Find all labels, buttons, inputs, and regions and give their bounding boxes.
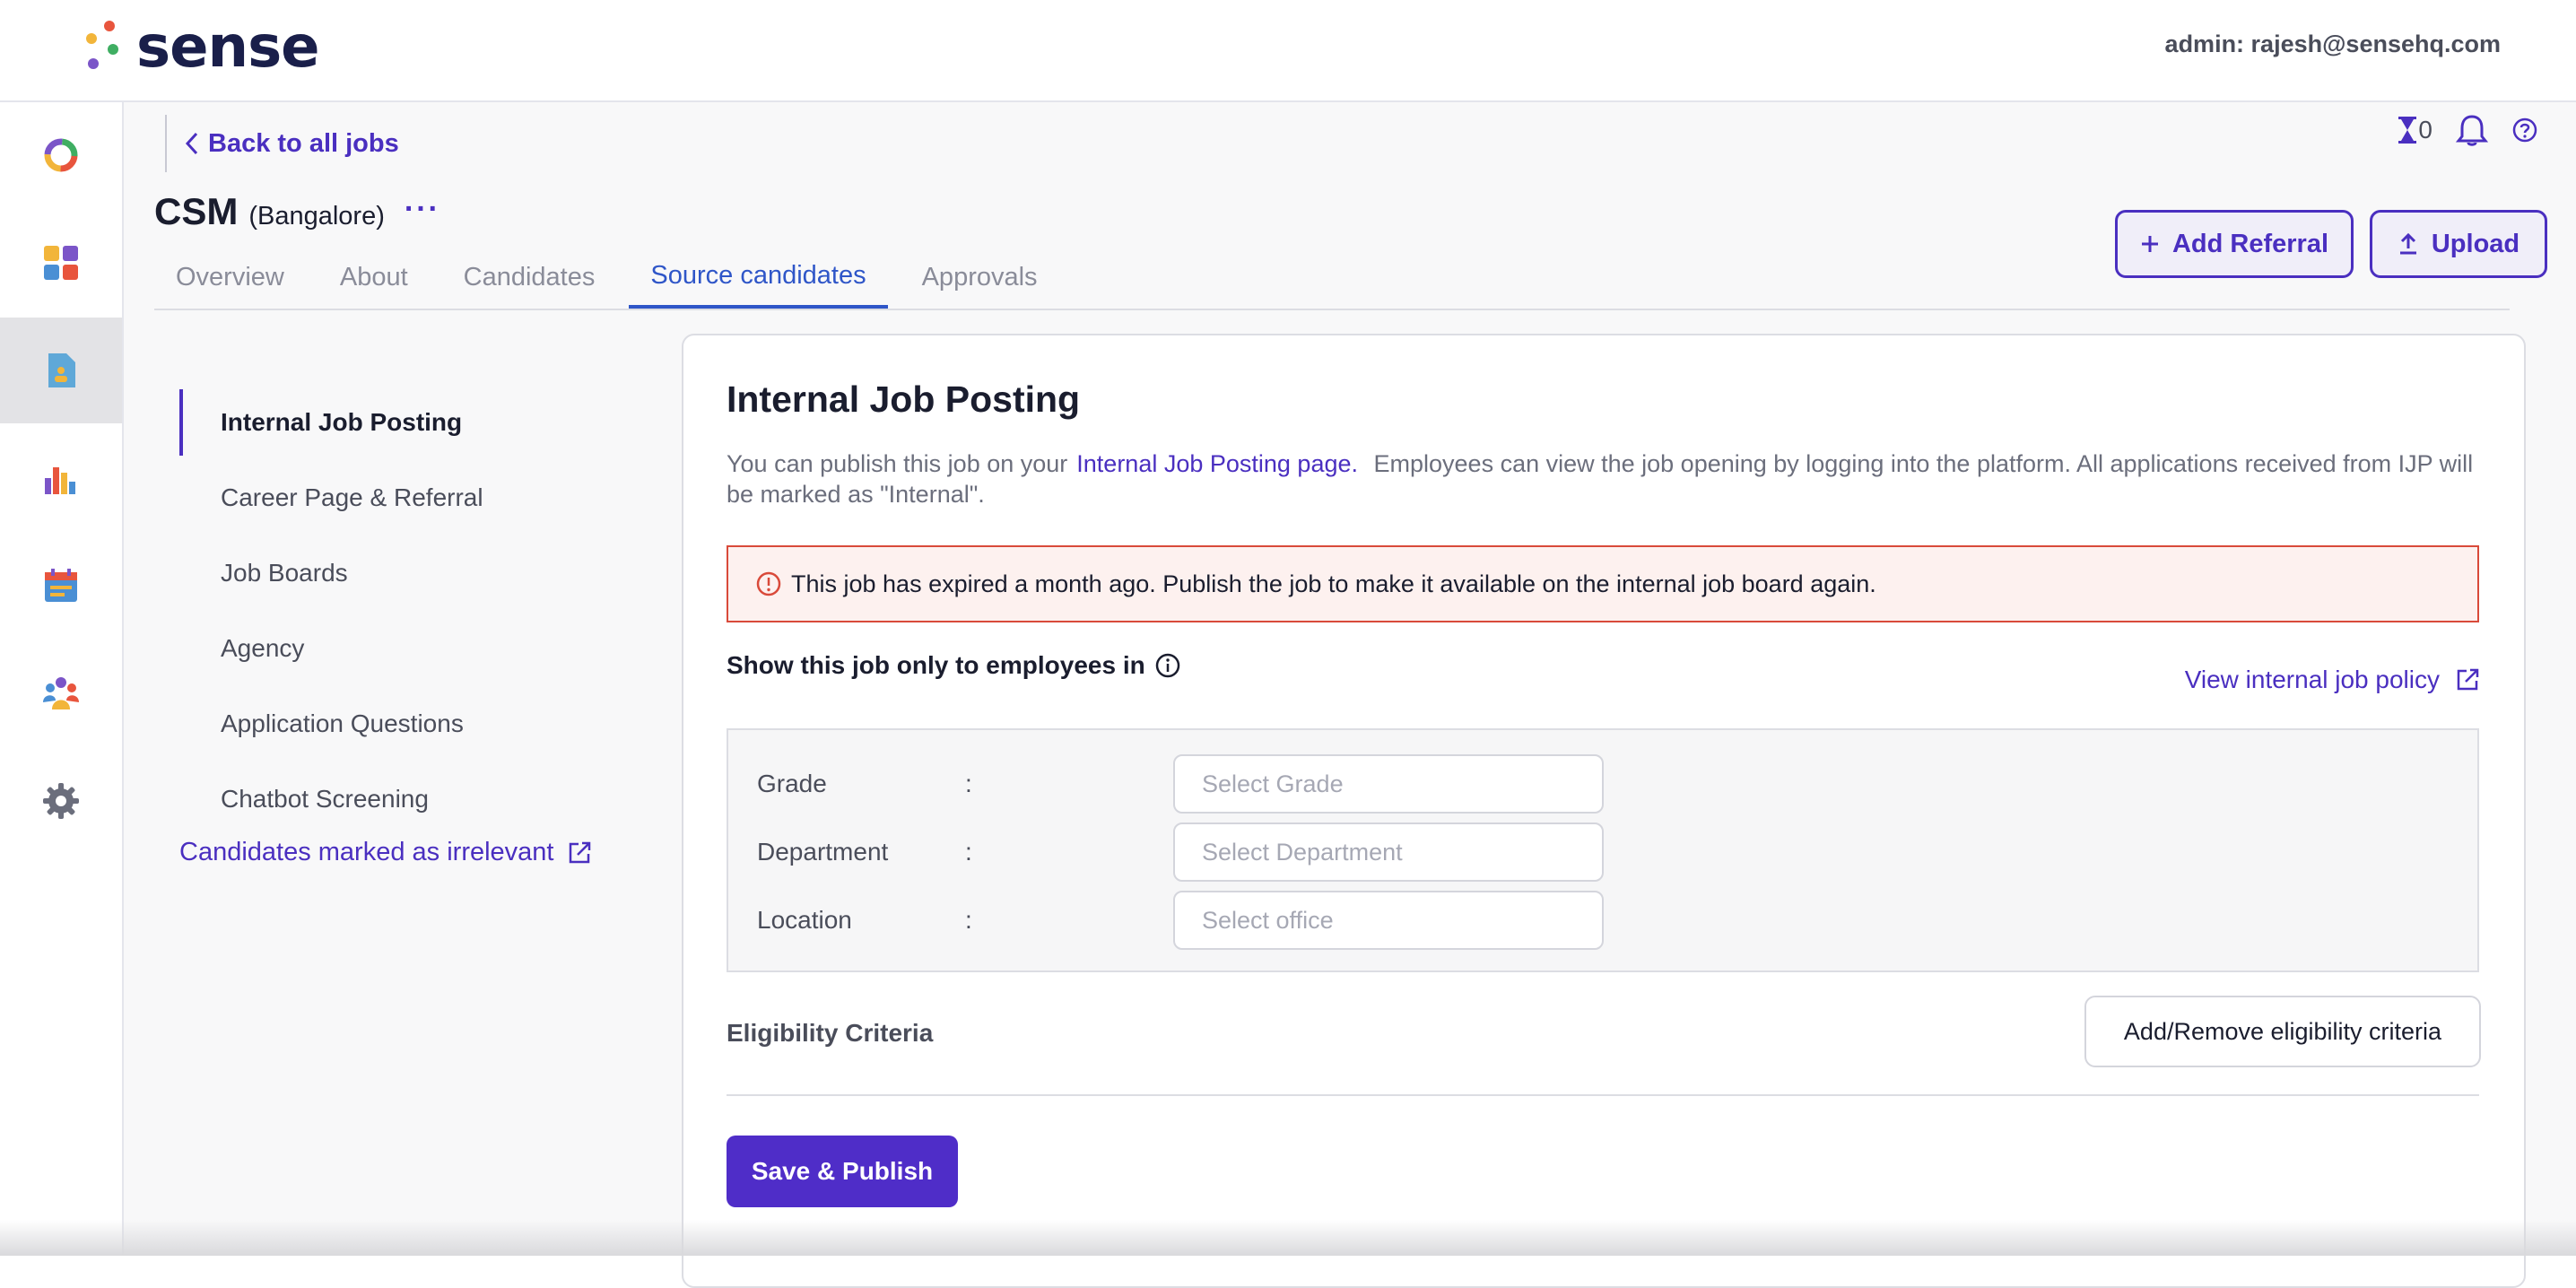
office-select[interactable]: Select office (1173, 891, 1604, 950)
job-tabs: Overview About Candidates Source candida… (154, 246, 2510, 310)
bell-icon[interactable] (2456, 113, 2488, 147)
rail-item-calendar[interactable] (0, 533, 122, 639)
tab-source-candidates[interactable]: Source candidates (629, 246, 888, 309)
ijp-description: You can publish this job on your Internal… (727, 448, 2485, 509)
admin-account[interactable]: admin: rajesh@sensehq.com (2165, 30, 2501, 58)
tab-approvals[interactable]: Approvals (901, 246, 1059, 309)
job-location: (Bangalore) (248, 202, 385, 231)
ijp-page-link[interactable]: Internal Job Posting page. (1067, 450, 1367, 477)
visibility-label-text: Show this job only to employees in (727, 651, 1145, 679)
info-icon[interactable] (1154, 652, 1181, 679)
edit-eligibility-button[interactable]: Add/Remove eligibility criteria (2084, 996, 2481, 1067)
expired-alert: This job has expired a month ago. Publis… (727, 545, 2479, 622)
sense-logo[interactable]: sense (83, 14, 320, 81)
jobs-document-icon (48, 353, 75, 387)
job-title-block: CSM (Bangalore) ··· (154, 190, 440, 233)
subnav-item-internal-job-posting[interactable]: Internal Job Posting (179, 389, 646, 456)
ijp-card: Internal Job Posting You can publish thi… (682, 334, 2526, 1288)
settings-gear-icon (43, 783, 79, 819)
filter-row-location: Location : Select office (757, 890, 1604, 951)
visibility-label: Show this job only to employees in (727, 651, 1181, 680)
irrelevant-link-label: Candidates marked as irrelevant (179, 838, 554, 866)
tab-candidates[interactable]: Candidates (442, 246, 617, 309)
app-header: sense admin: rajesh@sensehq.com (0, 0, 2576, 102)
rail-item-settings[interactable] (0, 748, 122, 854)
eligibility-label: Eligibility Criteria (727, 1019, 934, 1047)
top-utility-icons: 0 (2397, 113, 2538, 147)
pending-count: 0 (2418, 116, 2432, 144)
ijp-title: Internal Job Posting (727, 379, 1081, 420)
external-link-icon (570, 841, 591, 863)
logo-text: sense (136, 14, 320, 81)
department-select[interactable]: Select Department (1173, 822, 1604, 882)
rail-item-overview[interactable] (0, 102, 122, 208)
people-group-icon (43, 677, 79, 709)
filter-row-grade: Grade : Select Grade (757, 753, 1604, 814)
rail-item-analytics[interactable] (0, 425, 122, 531)
filter-row-department: Department : Select Department (757, 822, 1604, 883)
logo-dots-icon (86, 21, 118, 69)
more-options-button[interactable]: ··· (405, 192, 440, 227)
save-publish-button[interactable]: Save & Publish (727, 1136, 958, 1207)
help-icon[interactable] (2511, 117, 2538, 144)
pending-tasks[interactable]: 0 (2397, 115, 2432, 145)
back-to-jobs-link[interactable]: Back to all jobs (165, 115, 399, 172)
subnav-item-job-boards[interactable]: Job Boards (179, 540, 646, 606)
tab-about[interactable]: About (318, 246, 430, 309)
chevron-left-icon (185, 132, 198, 155)
alert-circle-icon (756, 571, 781, 596)
rail-item-jobs[interactable] (0, 318, 122, 423)
irrelevant-candidates-link[interactable]: Candidates marked as irrelevant (179, 838, 593, 867)
main-content: Back to all jobs 0 CSM (Bangalore) ··· A… (124, 102, 2576, 1288)
ijp-desc-before: You can publish this job on your (727, 450, 1068, 477)
filter-label: Grade (757, 770, 827, 797)
external-link-icon (2457, 668, 2479, 691)
subnav-item-career-page[interactable]: Career Page & Referral (179, 465, 646, 531)
hourglass-icon (2398, 117, 2417, 144)
subnav-item-application-questions[interactable]: Application Questions (179, 691, 646, 757)
rail-item-dashboard[interactable] (0, 210, 122, 316)
filter-label: Department (757, 838, 889, 866)
subnav-item-agency[interactable]: Agency (179, 615, 646, 682)
rail-item-people[interactable] (0, 640, 122, 746)
divider (727, 1094, 2479, 1096)
policy-link-label: View internal job policy (2184, 666, 2440, 693)
bottom-shadow (0, 1220, 2576, 1256)
overview-ring-icon (44, 138, 78, 172)
employee-filters: Grade : Select Grade Department : Select… (727, 728, 2479, 972)
analytics-bars-icon (45, 467, 75, 494)
dashboard-grid-icon (44, 246, 78, 280)
filter-colon: : (965, 906, 972, 934)
filter-colon: : (965, 838, 972, 866)
filter-colon: : (965, 770, 972, 797)
tab-overview[interactable]: Overview (154, 246, 306, 309)
job-title: CSM (154, 190, 239, 232)
view-policy-link[interactable]: View internal job policy (2185, 666, 2481, 694)
alert-text: This job has expired a month ago. Publis… (791, 570, 1876, 597)
filter-label: Location (757, 906, 852, 934)
subnav-item-chatbot-screening[interactable]: Chatbot Screening (179, 766, 646, 832)
back-link-label: Back to all jobs (208, 128, 399, 158)
grade-select[interactable]: Select Grade (1173, 754, 1604, 814)
source-subnav: Internal Job Posting Career Page & Refer… (179, 389, 646, 841)
calendar-icon (45, 569, 77, 602)
